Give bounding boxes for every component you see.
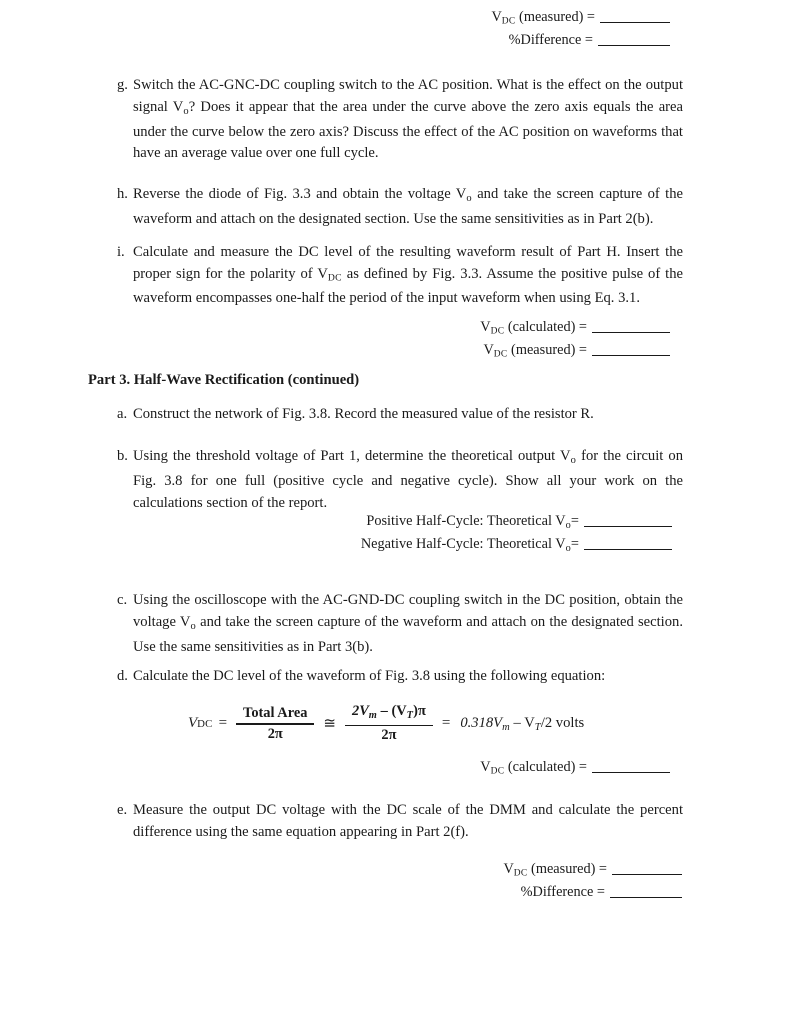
list-item-g: g. Switch the AC-GNC-DC coupling switch … xyxy=(111,75,683,165)
equation-equals-2: = xyxy=(441,715,451,732)
answer-label-vdc-measured-post: (measured) = xyxy=(527,861,607,877)
subscript-dc: DC xyxy=(327,271,342,283)
answer-label-percent-difference: %Difference = xyxy=(508,32,593,49)
answer-block-bottom: VDC (measured) = %Difference = xyxy=(300,860,682,902)
equation-denominator-2pi-2: 2π xyxy=(381,727,397,744)
answer-label-negative-pre: Negative Half-Cycle: Theoretical V xyxy=(360,535,566,552)
list-item-c: c. Using the oscilloscope with the AC-GN… xyxy=(111,590,683,658)
answer-blank-vdc-measured[interactable] xyxy=(612,874,682,875)
list-marker-d: d. xyxy=(117,668,128,684)
answer-label-negative-post: = xyxy=(570,535,579,552)
answer-line-vdc-measured: VDC (measured) = xyxy=(300,8,670,31)
answer-label-positive-pre: Positive Half-Cycle: Theoretical V xyxy=(366,513,566,529)
list-item-a-text: Construct the network of Fig. 3.8. Recor… xyxy=(133,406,594,422)
equation-numerator-expanded: 2Vm – (VT)π xyxy=(345,703,433,725)
answer-blank-percent-difference[interactable] xyxy=(610,897,682,899)
item-c-text-part2: and take the screen capture of the wavef… xyxy=(133,613,683,655)
answer-line-vdc-measured: VDC (measured) = xyxy=(300,860,682,883)
answer-label-vdc-measured-post: (measured) = xyxy=(507,342,587,359)
list-item-a: a. Construct the network of Fig. 3.8. Re… xyxy=(111,404,683,426)
subscript-dc: DC xyxy=(490,326,505,337)
answer-blank-vdc-calculated[interactable] xyxy=(592,772,670,773)
list-marker-e: e. xyxy=(117,802,128,818)
list-item-d-text: Calculate the DC level of the waveform o… xyxy=(133,668,606,684)
equation-num-pi: )π xyxy=(413,703,426,719)
answer-line-vdc-measured: VDC (measured) = xyxy=(300,341,670,364)
answer-block-after-i: VDC (calculated) = VDC (measured) = xyxy=(300,318,670,365)
answer-block-half-cycle: Positive Half-Cycle: Theoretical Vo= Neg… xyxy=(250,512,672,558)
list-item-e: e. Measure the output DC voltage with th… xyxy=(111,800,683,843)
answer-blank-vdc-measured[interactable] xyxy=(592,355,670,357)
answer-label-vdc-calculated-post: (calculated) = xyxy=(504,319,587,335)
equation-vdc-half-wave: V DC = Total Area 2π ≅ 2Vm – (VT)π 2π = 0… xyxy=(188,703,584,744)
answer-label-vdc-calculated-pre: V xyxy=(480,319,491,335)
equation-lhs-variable: V xyxy=(188,715,198,732)
list-marker-a: a. xyxy=(117,406,128,422)
list-marker-h: h. xyxy=(117,186,128,202)
equation-result-0318vm: 0.318V xyxy=(460,714,503,731)
subscript-dc: DC xyxy=(513,868,528,879)
list-item-i: i. Calculate and measure the DC level of… xyxy=(111,242,683,310)
answer-line-percent-difference: %Difference = xyxy=(300,883,682,902)
subscript-m: m xyxy=(502,721,510,733)
list-item-b: b. Using the threshold voltage of Part 1… xyxy=(111,446,683,514)
answer-block-top: VDC (measured) = %Difference = xyxy=(300,8,670,50)
answer-blank-vdc-calculated[interactable] xyxy=(592,332,670,333)
answer-label-vdc-measured-post: (measured) = xyxy=(515,9,595,25)
answer-label-vdc-measured-pre: V xyxy=(503,861,514,877)
answer-blank-percent-difference[interactable] xyxy=(598,45,670,47)
answer-line-negative-half-cycle: Negative Half-Cycle: Theoretical Vo= xyxy=(250,535,672,558)
list-marker-i: i. xyxy=(117,244,125,260)
item-g-text-part2: ? Does it appear that the area under the… xyxy=(133,98,683,162)
equation-fraction-expanded: 2Vm – (VT)π 2π xyxy=(345,703,433,744)
list-item-c-text: Using the oscilloscope with the AC-GND-D… xyxy=(133,590,683,658)
list-item-e-text: Measure the output DC voltage with the D… xyxy=(133,802,683,840)
equation-numerator-total-area: Total Area xyxy=(243,704,308,721)
equation-fraction-total-area: Total Area 2π xyxy=(236,704,315,743)
list-item-g-text: Switch the AC-GNC-DC coupling switch to … xyxy=(133,75,683,165)
answer-blank-negative-half-cycle[interactable] xyxy=(584,548,672,550)
answer-line-positive-half-cycle: Positive Half-Cycle: Theoretical Vo= xyxy=(250,512,672,535)
subscript-dc: DC xyxy=(501,16,516,27)
equation-lhs-subscript: DC xyxy=(197,717,213,730)
answer-block-after-d: VDC (calculated) = xyxy=(300,758,670,781)
answer-line-vdc-calculated: VDC (calculated) = xyxy=(300,758,670,781)
subscript-dc: DC xyxy=(493,349,508,360)
equation-result-units: /2 volts xyxy=(540,714,585,731)
answer-blank-vdc-measured[interactable] xyxy=(600,22,670,23)
answer-label-positive-post: = xyxy=(570,513,579,529)
list-marker-g: g. xyxy=(117,77,128,93)
answer-blank-positive-half-cycle[interactable] xyxy=(584,526,672,527)
item-h-text-part1: Reverse the diode of Fig. 3.3 and obtain… xyxy=(133,186,467,202)
answer-label-percent-difference: %Difference = xyxy=(520,884,605,901)
document-page: VDC (measured) = %Difference = g. Switch… xyxy=(0,0,791,1024)
answer-line-vdc-calculated: VDC (calculated) = xyxy=(300,318,670,341)
section-heading-part-3: Part 3. Half-Wave Rectification (continu… xyxy=(88,372,360,388)
subscript-m: m xyxy=(368,709,378,721)
item-b-text-part1: Using the threshold voltage of Part 1, d… xyxy=(133,448,571,464)
equation-num-minus-vt: – (V xyxy=(377,703,407,719)
equation-result: 0.318Vm – VT/2 volts xyxy=(460,715,584,733)
answer-label-vdc-measured-pre: V xyxy=(483,342,494,359)
answer-line-percent-difference: %Difference = xyxy=(300,31,670,50)
equation-approx-symbol: ≅ xyxy=(323,716,336,733)
answer-label-vdc-calculated-pre: V xyxy=(480,759,491,775)
list-item-d: d. Calculate the DC level of the wavefor… xyxy=(111,666,683,688)
equation-num-2vm: 2V xyxy=(352,703,369,719)
equation-equals-1: = xyxy=(218,715,228,732)
equation-denominator-2pi: 2π xyxy=(267,725,283,742)
equation-result-minus-vt: – V xyxy=(509,714,535,731)
list-item-b-text: Using the threshold voltage of Part 1, d… xyxy=(133,446,683,514)
subscript-dc: DC xyxy=(490,766,505,777)
list-item-h-text: Reverse the diode of Fig. 3.3 and obtain… xyxy=(133,184,683,231)
list-item-i-text: Calculate and measure the DC level of th… xyxy=(133,242,683,310)
list-item-h: h. Reverse the diode of Fig. 3.3 and obt… xyxy=(111,184,683,231)
answer-label-vdc-measured-pre: V xyxy=(491,9,502,25)
list-marker-b: b. xyxy=(117,448,128,464)
answer-label-vdc-calculated-post: (calculated) = xyxy=(504,759,587,775)
list-marker-c: c. xyxy=(117,592,128,608)
